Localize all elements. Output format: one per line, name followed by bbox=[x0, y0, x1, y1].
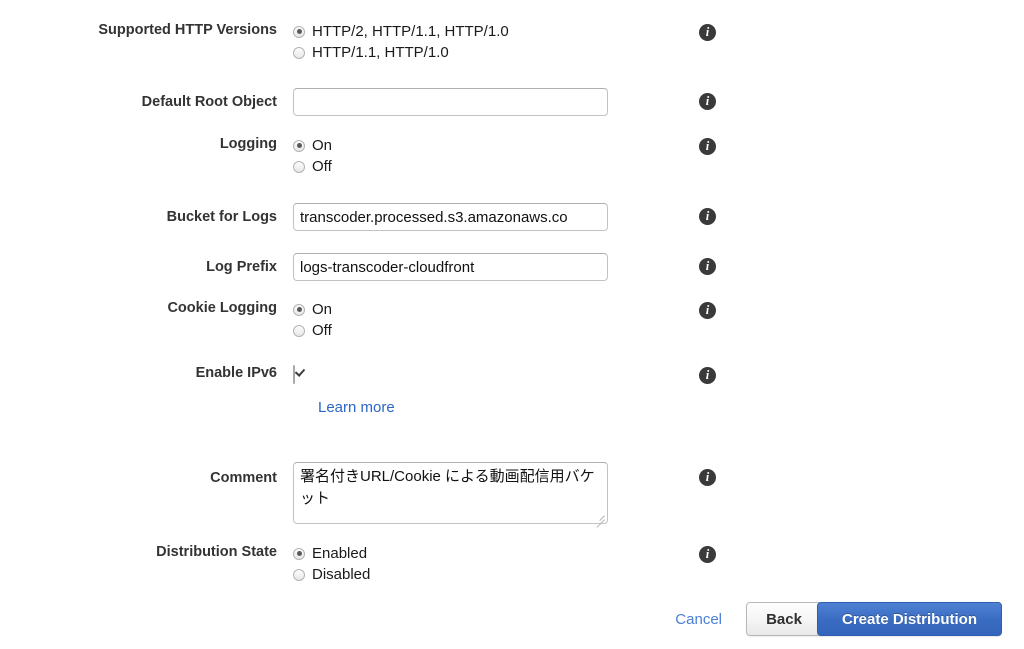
back-button[interactable]: Back bbox=[746, 602, 822, 636]
log-prefix-input[interactable] bbox=[293, 253, 608, 281]
comment-textarea[interactable]: 署名付きURL/Cookie による動画配信用バケット bbox=[293, 462, 608, 524]
label-comment: Comment bbox=[210, 470, 277, 486]
info-icon-comment[interactable]: i bbox=[699, 469, 716, 486]
radio-option-disabled[interactable]: Disabled bbox=[293, 564, 370, 585]
learn-more-link[interactable]: Learn more bbox=[318, 399, 395, 416]
radio-group-logging: On Off bbox=[293, 135, 332, 177]
radio-label-http11: HTTP/1.1, HTTP/1.0 bbox=[312, 44, 449, 61]
bucket-for-logs-input[interactable] bbox=[293, 203, 608, 231]
field-wrap-bucket-for-logs bbox=[293, 203, 608, 231]
radio-label-cookie-logging-on: On bbox=[312, 301, 333, 318]
radio-option-http11[interactable]: HTTP/1.1, HTTP/1.0 bbox=[293, 42, 509, 63]
cancel-button[interactable]: Cancel bbox=[675, 611, 722, 628]
label-distribution-state: Distribution State bbox=[156, 544, 277, 560]
field-wrap-comment: 署名付きURL/Cookie による動画配信用バケット bbox=[293, 462, 608, 528]
enable-ipv6-checkbox[interactable] bbox=[293, 365, 295, 384]
radio-group-cookie-logging: On Off bbox=[293, 299, 332, 341]
label-logging: Logging bbox=[219, 136, 277, 152]
label-enable-ipv6: Enable IPv6 bbox=[195, 365, 277, 381]
label-cookie-logging: Cookie Logging bbox=[167, 300, 277, 316]
info-icon-bucket-for-logs[interactable]: i bbox=[699, 208, 716, 225]
info-icon-supported-http-versions[interactable]: i bbox=[699, 24, 716, 41]
info-icon-log-prefix[interactable]: i bbox=[699, 258, 716, 275]
radio-group-distribution-state: Enabled Disabled bbox=[293, 543, 370, 585]
comment-textarea-wrap: 署名付きURL/Cookie による動画配信用バケット bbox=[293, 462, 608, 528]
label-bucket-for-logs: Bucket for Logs bbox=[166, 209, 277, 225]
info-icon-distribution-state[interactable]: i bbox=[699, 546, 716, 563]
radio-icon-enabled[interactable] bbox=[293, 547, 305, 560]
radio-label-logging-off: Off bbox=[312, 158, 332, 175]
radio-label-http2: HTTP/2, HTTP/1.1, HTTP/1.0 bbox=[312, 23, 509, 40]
radio-option-logging-on[interactable]: On bbox=[293, 135, 332, 156]
label-log-prefix: Log Prefix bbox=[206, 259, 277, 275]
radio-icon-http2[interactable] bbox=[293, 25, 305, 38]
info-icon-cookie-logging[interactable]: i bbox=[699, 302, 716, 319]
radio-label-disabled: Disabled bbox=[312, 566, 371, 583]
radio-option-cookie-logging-on[interactable]: On bbox=[293, 299, 332, 320]
radio-icon-cookie-logging-off[interactable] bbox=[293, 324, 305, 337]
radio-icon-logging-off[interactable] bbox=[293, 160, 305, 173]
checkbox-wrap-enable-ipv6 bbox=[293, 365, 295, 384]
label-default-root-object: Default Root Object bbox=[141, 94, 277, 110]
info-icon-default-root-object[interactable]: i bbox=[699, 93, 716, 110]
field-wrap-log-prefix bbox=[293, 253, 608, 281]
info-icon-enable-ipv6[interactable]: i bbox=[699, 367, 716, 384]
label-supported-http-versions: Supported HTTP Versions bbox=[98, 22, 277, 38]
default-root-object-input[interactable] bbox=[293, 88, 608, 116]
radio-label-cookie-logging-off: Off bbox=[312, 322, 332, 339]
radio-icon-disabled[interactable] bbox=[293, 568, 305, 581]
radio-option-cookie-logging-off[interactable]: Off bbox=[293, 320, 332, 341]
form-footer: Cancel Back Create Distribution bbox=[0, 598, 1024, 642]
radio-group-supported-http-versions: HTTP/2, HTTP/1.1, HTTP/1.0 HTTP/1.1, HTT… bbox=[293, 21, 509, 63]
radio-option-logging-off[interactable]: Off bbox=[293, 156, 332, 177]
radio-label-logging-on: On bbox=[312, 137, 333, 154]
radio-icon-http11[interactable] bbox=[293, 46, 305, 59]
field-wrap-default-root-object bbox=[293, 88, 608, 116]
info-icon-logging[interactable]: i bbox=[699, 138, 716, 155]
create-distribution-button[interactable]: Create Distribution bbox=[817, 602, 1002, 636]
radio-icon-cookie-logging-on[interactable] bbox=[293, 303, 305, 316]
radio-icon-logging-on[interactable] bbox=[293, 139, 305, 152]
learn-more-wrap: Learn more bbox=[318, 399, 395, 417]
radio-option-http2[interactable]: HTTP/2, HTTP/1.1, HTTP/1.0 bbox=[293, 21, 509, 42]
radio-label-enabled: Enabled bbox=[312, 545, 368, 562]
radio-option-enabled[interactable]: Enabled bbox=[293, 543, 370, 564]
